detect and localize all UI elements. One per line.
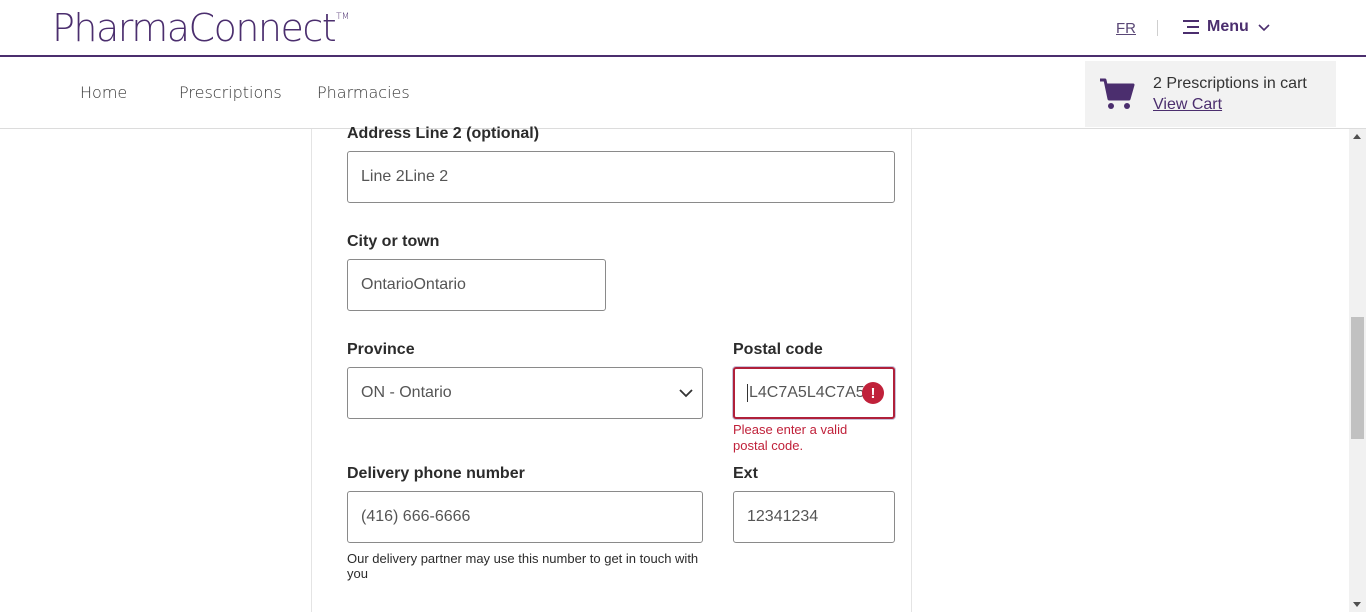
nav-item-prescriptions[interactable]: Prescriptions — [179, 83, 282, 102]
main-nav: Home Prescriptions Pharmacies 2 Prescrip… — [0, 57, 1366, 129]
menu-label: Menu — [1207, 18, 1249, 35]
city-label: City or town — [347, 233, 440, 250]
postal-code-label: Postal code — [733, 341, 823, 358]
province-label: Province — [347, 341, 415, 358]
scroll-thumb[interactable] — [1351, 317, 1364, 439]
address-line2-input[interactable]: Line 2Line 2 — [347, 151, 895, 203]
cart-summary[interactable]: 2 Prescriptions in cart View Cart — [1085, 61, 1336, 127]
logo[interactable]: PharmaConnectTM — [52, 6, 350, 50]
province-select[interactable]: ON - Ontario — [347, 367, 703, 419]
nav-item-pharmacies[interactable]: Pharmacies — [317, 83, 410, 102]
address-line2-label: Address Line 2 (optional) — [347, 125, 540, 142]
chevron-down-icon — [679, 389, 693, 398]
city-input[interactable]: OntarioOntario — [347, 259, 606, 311]
delivery-phone-label: Delivery phone number — [347, 465, 525, 482]
menu-icon — [1181, 20, 1199, 34]
postal-code-input[interactable]: L4C7A5L4C7A5 ! — [733, 367, 895, 419]
scroll-down-arrow-icon[interactable] — [1353, 602, 1361, 607]
header-divider — [1157, 20, 1158, 36]
scroll-up-arrow-icon[interactable] — [1353, 134, 1361, 139]
page-scrollbar[interactable] — [1349, 129, 1366, 612]
view-cart-link[interactable]: View Cart — [1153, 96, 1222, 114]
logo-text: PharmaConnect — [52, 6, 337, 50]
error-icon: ! — [862, 382, 884, 404]
language-toggle-link[interactable]: FR — [1116, 20, 1136, 37]
delivery-phone-help: Our delivery partner may use this number… — [347, 551, 699, 581]
text-cursor — [747, 384, 748, 402]
postal-code-error: Please enter a valid postal code. — [733, 422, 848, 453]
ext-label: Ext — [733, 465, 758, 482]
delivery-phone-input[interactable]: (416) 666-6666 — [347, 491, 703, 543]
nav-item-home[interactable]: Home — [80, 83, 127, 102]
menu-button[interactable]: Menu — [1181, 18, 1271, 36]
postal-code-value: L4C7A5L4C7A5 — [749, 384, 865, 401]
cart-count-text: 2 Prescriptions in cart — [1153, 75, 1307, 92]
cart-icon — [1100, 78, 1135, 109]
logo-trademark: TM — [336, 12, 350, 22]
top-header: PharmaConnectTM FR Menu — [0, 0, 1366, 57]
chevron-down-icon — [1258, 24, 1270, 32]
ext-input[interactable]: 12341234 — [733, 491, 895, 543]
province-selected-value: ON - Ontario — [361, 384, 452, 401]
